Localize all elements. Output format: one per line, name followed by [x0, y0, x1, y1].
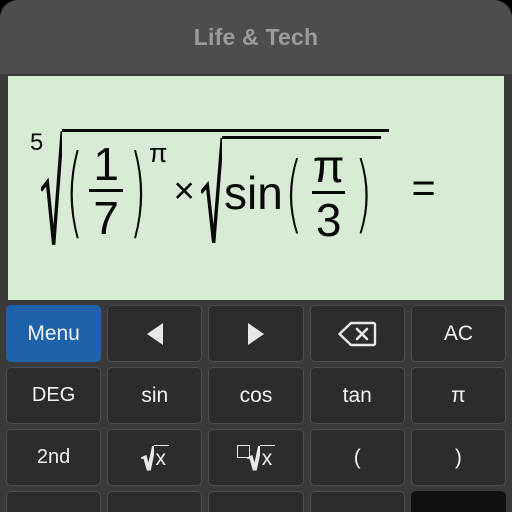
fraction-one-seventh: 1 7 [89, 141, 123, 241]
key-row4-cell-1[interactable] [6, 491, 102, 512]
fraction-denominator: 7 [89, 188, 123, 241]
page-title: Life & Tech [193, 23, 319, 50]
calculator-display[interactable]: 5 ( 1 7 ) π × sin (π 3) = [8, 76, 504, 300]
cursor-left-button[interactable] [107, 305, 203, 362]
menu-button[interactable]: Menu [6, 305, 102, 362]
angle-numerator: π [312, 140, 345, 192]
sin-button-label: sin [141, 383, 169, 407]
nth-root-button[interactable]: x [208, 429, 304, 486]
square-root-expression: sin ( π 3 ) [200, 136, 382, 245]
equals-sign: = [411, 164, 436, 211]
fraction-numerator: 1 [93, 137, 119, 190]
expression: 5 ( 1 7 ) π × sin (π 3) = [30, 129, 436, 249]
sqrt-radical-glyph [140, 445, 154, 471]
nth-root-expression: 5 ( 1 7 ) π × sin (π 3) [30, 129, 390, 249]
sqrt-icon: x [140, 444, 170, 471]
multiplication-operator: × [173, 169, 195, 211]
close-paren-button[interactable]: ) [410, 429, 507, 486]
radical-sign-icon-inner [200, 136, 223, 245]
fraction-pi-over-three: π 3 [309, 143, 349, 243]
second-function-label: 2nd [36, 446, 71, 468]
cos-button-label: cos [239, 383, 273, 407]
key-row-4-partial [6, 491, 507, 512]
keypad: Menu AC DEG sin cos tan π 2nd x x () [0, 300, 512, 512]
open-paren-glyph: ( [65, 132, 84, 249]
menu-button-label: Menu [27, 321, 80, 345]
function-name-sin: sin [224, 167, 283, 219]
close-paren-glyph-inner: ) [354, 143, 373, 243]
key-row-2: DEG sin cos tan π [6, 367, 507, 424]
backspace-button[interactable] [309, 305, 405, 362]
angle-mode-label: DEG [31, 384, 76, 406]
nth-root-radical-glyph [246, 445, 260, 471]
cos-button[interactable]: cos [208, 367, 304, 424]
key-row4-cell-3[interactable] [208, 491, 304, 512]
tan-button[interactable]: tan [309, 367, 405, 424]
open-paren-glyph-inner: ( [284, 143, 303, 243]
angle-mode-button[interactable]: DEG [6, 367, 102, 424]
key-row-3: 2nd x x () [6, 429, 507, 486]
root-radicand: ( 1 7 ) π × sin (π 3) [62, 129, 390, 249]
tan-button-label: tan [342, 383, 372, 407]
key-row-1: Menu AC [6, 305, 507, 362]
open-paren-label: ( [353, 445, 361, 469]
square-root-button[interactable]: x [107, 429, 203, 486]
arrow-right-icon [248, 322, 264, 345]
calculator-window: Life & Tech 5 ( 1 7) π × sin (π 3) = … [0, 0, 512, 512]
root-index: 5 [30, 129, 44, 156]
open-paren-button[interactable]: ( [309, 429, 405, 486]
sin-button[interactable]: sin [107, 367, 203, 424]
sqrt-radicand: sin ( π 3 ) [222, 136, 382, 245]
all-clear-button-label: AC [443, 321, 473, 345]
key-row4-cell-4[interactable] [309, 491, 405, 512]
angle-denominator: 3 [311, 191, 346, 243]
arrow-left-icon [146, 322, 163, 345]
radical-sign-icon [41, 129, 63, 247]
display-container: 5 ( 1 7 ) π × sin (π 3) = [0, 74, 512, 300]
close-paren-label: ) [454, 445, 462, 469]
pi-button[interactable]: π [410, 367, 507, 424]
pi-button-label: π [451, 383, 466, 407]
sqrt-variable-x: x [153, 444, 170, 469]
key-row4-cell-5[interactable] [410, 491, 507, 512]
nth-root-icon: x [236, 444, 276, 471]
exponent-pi: π [148, 138, 168, 168]
all-clear-button[interactable]: AC [410, 305, 507, 362]
backspace-icon [337, 320, 377, 348]
cursor-right-button[interactable] [208, 305, 304, 362]
title-bar: Life & Tech [0, 0, 512, 74]
close-paren-glyph: ) [129, 132, 147, 249]
second-function-button[interactable]: 2nd [6, 429, 102, 486]
nth-root-variable-x: x [259, 444, 276, 469]
key-row4-cell-2[interactable] [107, 491, 203, 512]
